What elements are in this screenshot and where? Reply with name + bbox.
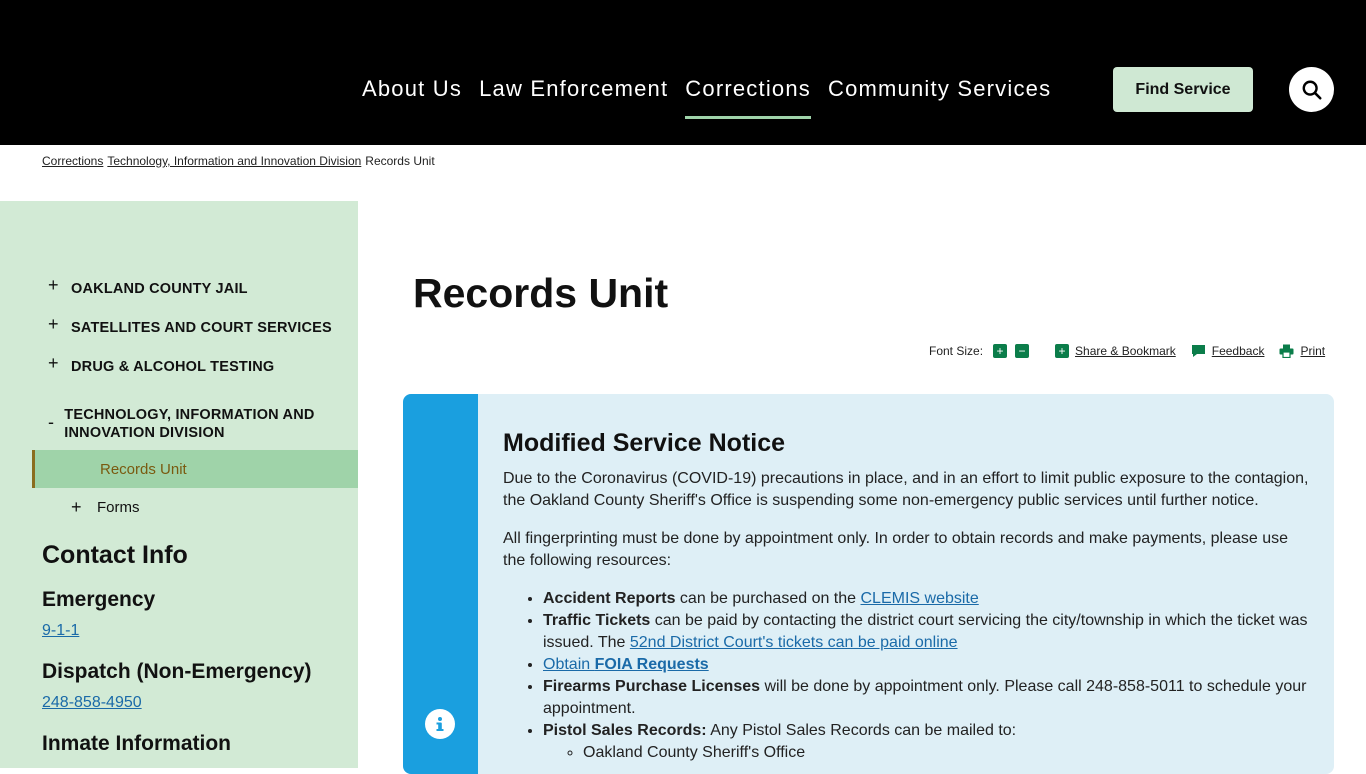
list-item: Pistol Sales Records: Any Pistol Sales R… — [543, 720, 1313, 764]
breadcrumb: Corrections Technology, Information and … — [42, 154, 435, 168]
feedback-group: Feedback — [1191, 344, 1265, 358]
expand-icon[interactable]: + — [71, 497, 97, 518]
sidebar: + Oakland County Jail + Satellites and C… — [0, 201, 358, 768]
nav-about-us[interactable]: About Us — [362, 76, 462, 119]
share-group: + Share & Bookmark — [1055, 344, 1176, 358]
print-group: Print — [1279, 344, 1325, 358]
feedback-link[interactable]: Feedback — [1212, 344, 1265, 358]
sidebar-item-label: Oakland County Jail — [71, 281, 248, 297]
sidebar-item-oakland-county-jail[interactable]: + Oakland County Jail — [32, 276, 358, 316]
expand-icon[interactable]: + — [48, 354, 71, 372]
clemis-link[interactable]: CLEMIS website — [861, 590, 979, 607]
sidebar-item-tii-division[interactable]: - Technology, Information and Innovation… — [32, 394, 358, 450]
notice-title: Modified Service Notice — [503, 429, 786, 457]
page-tools: Font Size: + − + Share & Bookmark Feedba… — [929, 344, 1325, 358]
sidebar-nav: + Oakland County Jail + Satellites and C… — [32, 276, 358, 526]
list-item: Traffic Tickets can be paid by contactin… — [543, 610, 1313, 654]
notice-paragraph-2: All fingerprinting must be done by appoi… — [503, 530, 1289, 569]
breadcrumb-tii-division[interactable]: Technology, Information and Innovation D… — [107, 154, 361, 168]
inmate-info-label: Inmate Information — [42, 732, 232, 755]
notice-content: Modified Service Notice Due to the Coron… — [503, 428, 1313, 764]
foia-link[interactable]: Obtain FOIA Requests — [543, 656, 709, 673]
district-court-link[interactable]: 52nd District Court's tickets can be pai… — [630, 634, 958, 651]
printer-icon — [1279, 344, 1294, 358]
resource-list: Accident Reports can be purchased on the… — [543, 588, 1313, 764]
dispatch-label: Dispatch (Non-Emergency) — [42, 660, 312, 683]
site-header: About Us Law Enforcement Corrections Com… — [0, 0, 1366, 145]
sidebar-item-label: Drug & Alcohol Testing — [71, 359, 275, 375]
expand-icon[interactable]: + — [48, 315, 71, 333]
breadcrumb-current: Records Unit — [365, 154, 435, 168]
font-decrease-button[interactable]: − — [1015, 344, 1030, 358]
service-notice: Modified Service Notice Due to the Coron… — [403, 394, 1334, 774]
sidebar-item-label: Technology, Information and Innovation D… — [64, 406, 315, 441]
nav-corrections[interactable]: Corrections — [685, 76, 811, 119]
font-size-label: Font Size: — [929, 344, 984, 358]
dispatch-phone-link[interactable]: 248-858-4950 — [42, 694, 352, 712]
list-item: Obtain FOIA Requests — [543, 654, 1313, 676]
info-icon — [425, 709, 455, 739]
sidebar-item-satellites[interactable]: + Satellites and Court Services — [32, 315, 358, 355]
contact-title: Contact Info — [42, 541, 188, 569]
expand-icon[interactable]: + — [48, 276, 71, 294]
contact-info: Contact Info Emergency 9-1-1 Dispatch (N… — [42, 541, 352, 766]
notice-paragraph-1: Due to the Coronavirus (COVID-19) precau… — [503, 470, 1309, 509]
find-service-button[interactable]: Find Service — [1113, 67, 1253, 112]
emergency-label: Emergency — [42, 588, 156, 611]
share-bookmark-link[interactable]: Share & Bookmark — [1075, 344, 1176, 358]
list-item: Firearms Purchase Licenses will be done … — [543, 676, 1313, 720]
sidebar-item-label: Forms — [97, 498, 140, 516]
share-icon: + — [1055, 344, 1070, 358]
page-title: Records Unit — [413, 270, 669, 316]
print-link[interactable]: Print — [1300, 344, 1325, 358]
notice-accent-bar — [403, 394, 478, 774]
feedback-icon — [1191, 345, 1205, 357]
sidebar-item-label: Satellites and Court Services — [71, 320, 332, 336]
search-button[interactable] — [1289, 67, 1334, 112]
main-nav: About Us Law Enforcement Corrections Com… — [362, 76, 1068, 119]
font-increase-button[interactable]: + — [993, 344, 1008, 358]
sidebar-item-drug-alcohol[interactable]: + Drug & Alcohol Testing — [32, 354, 358, 394]
address-list: Oakland County Sheriff's Office — [583, 742, 1313, 764]
sidebar-item-records-unit[interactable]: Records Unit — [32, 450, 358, 488]
collapse-icon[interactable]: - — [48, 413, 64, 431]
sidebar-item-forms[interactable]: + Forms — [32, 488, 358, 526]
list-item: Accident Reports can be purchased on the… — [543, 588, 1313, 610]
list-item: Oakland County Sheriff's Office — [583, 742, 1313, 764]
search-icon — [1302, 80, 1322, 100]
nav-community-services[interactable]: Community Services — [828, 76, 1051, 119]
emergency-phone-link[interactable]: 9-1-1 — [42, 622, 352, 640]
nav-law-enforcement[interactable]: Law Enforcement — [479, 76, 668, 119]
breadcrumb-corrections[interactable]: Corrections — [42, 154, 103, 168]
